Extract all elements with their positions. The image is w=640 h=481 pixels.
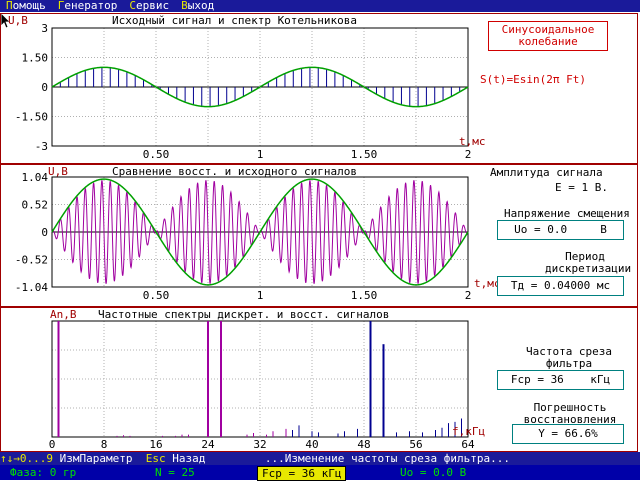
hint-esc-action: Назад ...Изменение частоты среза фильтра…	[165, 452, 510, 465]
p1-y-tick: -1.50	[15, 111, 48, 124]
p2-y-tick: 0	[41, 226, 48, 239]
p3-x-tick: 64	[461, 438, 475, 451]
status-cutoff: Fср = 36 кГц	[257, 466, 347, 481]
status-bias: Uo = 0.0 В	[400, 466, 467, 479]
period-heading: Период дискретизации	[545, 250, 632, 275]
p2-y-tick: -1.04	[15, 281, 48, 294]
status-bar: Фаза: 0 гр N = 25 Fср = 36 кГц Uo = 0.0 …	[0, 465, 640, 481]
panel1-y-axis-label: U,B	[8, 14, 28, 27]
bias-heading: Напряжение смещения	[504, 207, 630, 220]
p1-x-tick: 2	[465, 148, 472, 161]
error-heading: Погрешность восстановления	[523, 401, 617, 426]
p2-x-tick: 1.50	[351, 289, 378, 302]
panel1-x-axis-label: t,мс	[459, 135, 486, 148]
p3-x-tick: 40	[305, 438, 318, 451]
p3-x-tick: 8	[101, 438, 108, 451]
p1-y-tick: 3	[41, 22, 48, 35]
p2-y-tick: 1.04	[22, 171, 49, 184]
sampling-period-field[interactable]: Тд = 0.04000 мс	[497, 276, 624, 296]
cutoff-frequency-field[interactable]: Fср = 36 кГц	[497, 370, 624, 390]
p2-x-tick: 1	[257, 289, 264, 302]
amplitude-heading: Амплитуда сигнала	[490, 166, 603, 179]
p1-y-tick: 1.50	[22, 52, 49, 65]
p2-x-tick: 0.50	[143, 289, 170, 302]
signal-type-label: Синусоидальное колебание	[488, 21, 608, 51]
error-field: Y = 66.6%	[512, 424, 624, 444]
hint-keys-action: ИзмПараметр	[52, 452, 146, 465]
hint-keys: ↑↓→0...9	[0, 452, 53, 465]
panel1-title: Исходный сигнал и спектр Котельникова	[112, 14, 358, 27]
panel3-y-axis-label: An,B	[50, 308, 77, 321]
signal-formula: S(t)=Esin(2π Ft)	[480, 73, 586, 86]
cutoff-heading: Частота среза фильтра	[525, 345, 613, 370]
p3-x-tick: 0	[49, 438, 56, 451]
p3-x-tick: 48	[357, 438, 370, 451]
p3-x-tick: 16	[149, 438, 162, 451]
bias-field[interactable]: Uo = 0.0 B	[497, 220, 624, 240]
panel2-title: Сравнение восст. и исходного сигналов	[112, 165, 358, 178]
p1-x-tick: 0.50	[143, 148, 170, 161]
p2-x-tick: 2	[465, 289, 472, 302]
p2-y-tick: 0.52	[22, 199, 49, 212]
p3-x-tick: 32	[253, 438, 266, 451]
p1-y-tick: 0	[41, 81, 48, 94]
p3-x-tick: 56	[409, 438, 422, 451]
p1-y-tick: -3	[35, 140, 48, 153]
panel3-x-axis-label: f,кГц	[452, 425, 486, 438]
p1-x-tick: 1	[257, 148, 264, 161]
p3-x-tick: 24	[201, 438, 215, 451]
panel3-title: Частотные спектры дискрет. и восст. сигн…	[98, 308, 390, 321]
hint-esc-key[interactable]: Esc	[146, 452, 166, 465]
status-phase: Фаза: 0 гр	[10, 466, 77, 479]
amplitude-value: E = 1 B.	[555, 181, 608, 194]
p2-y-tick: -0.52	[15, 254, 48, 267]
panel2-y-axis-label: U,B	[48, 165, 68, 178]
hint-bar: ↑↓→0...9 ИзмПараметр Esc Назад ...Измене…	[0, 452, 640, 465]
p1-x-tick: 1.50	[351, 148, 378, 161]
status-n: N = 25	[155, 466, 195, 479]
